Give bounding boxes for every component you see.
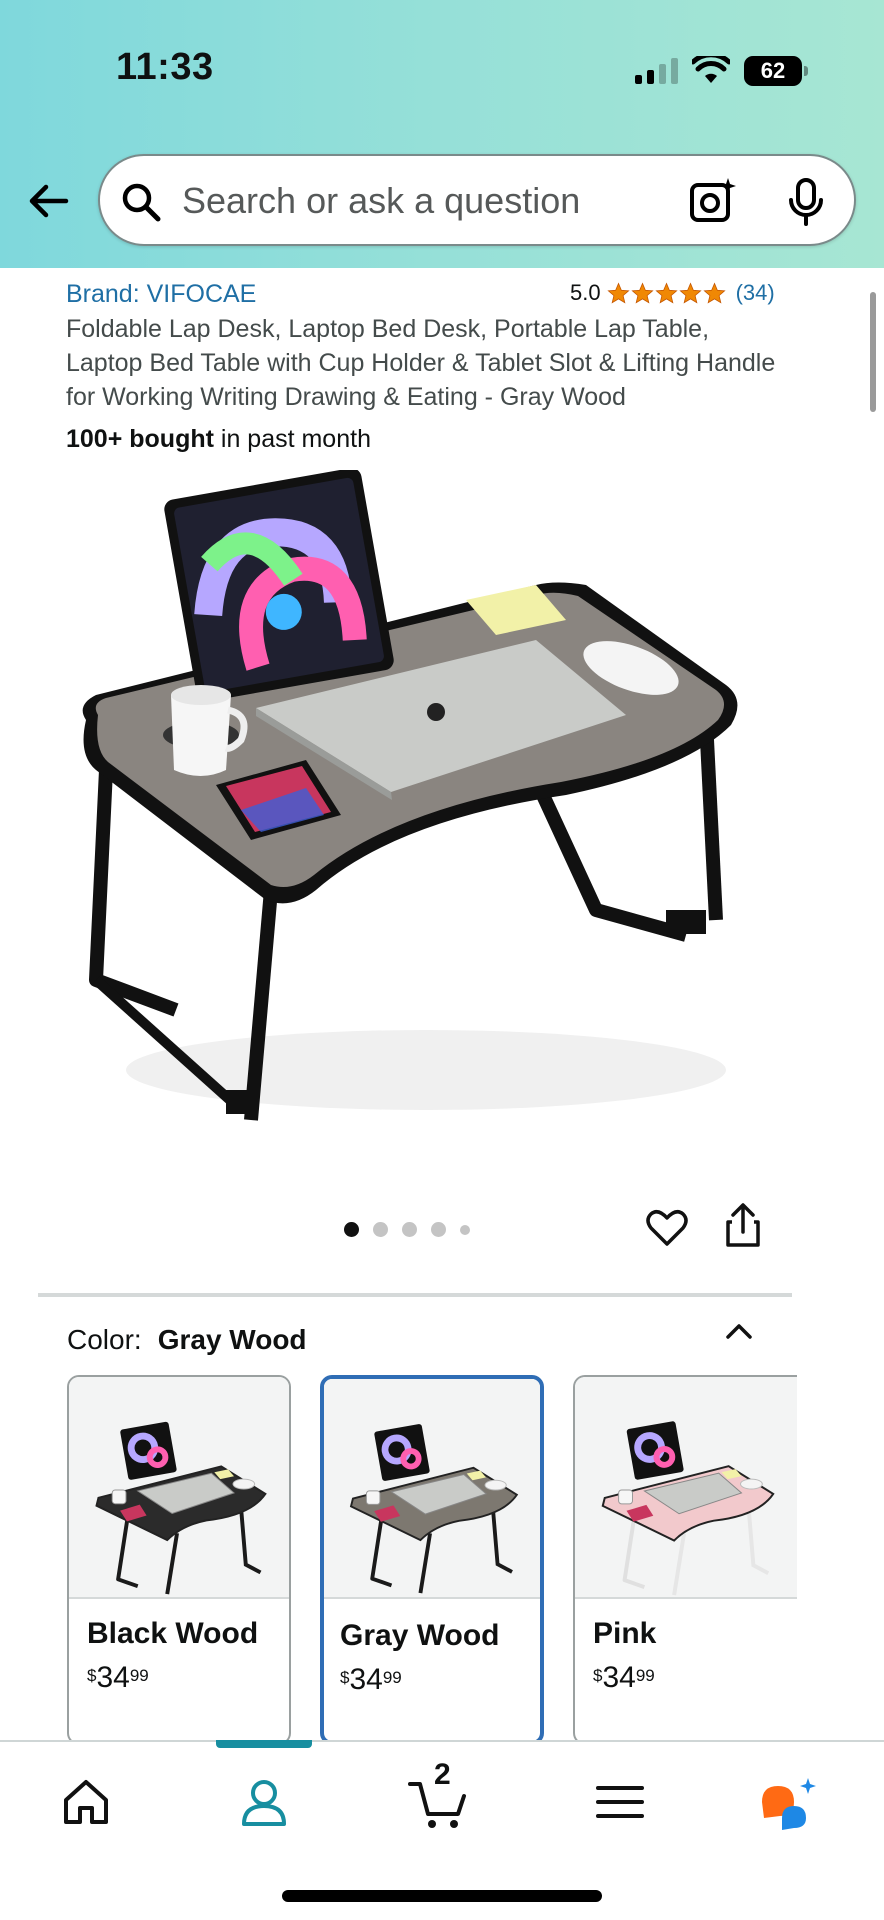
product-main-image[interactable] [66,470,766,1160]
carousel-dot[interactable] [402,1222,417,1237]
wifi-icon [692,56,730,83]
color-selection-label: Color: Gray Wood [67,1324,307,1356]
color-option-name: Black Wood [87,1617,259,1650]
back-arrow-icon[interactable] [26,178,72,224]
star-icon [654,281,678,304]
star-rating [606,281,726,305]
price-currency: $ [593,1666,603,1685]
carousel-dot[interactable] [344,1222,359,1237]
heart-icon[interactable] [646,1208,688,1248]
color-option-pink[interactable]: Pink $34 99 [573,1375,797,1745]
battery-percent: 62 [760,58,786,83]
chevron-up-icon[interactable] [724,1320,754,1342]
price-whole: 34 [349,1663,383,1696]
active-tab-indicator [216,1740,312,1748]
color-option-black-wood[interactable]: Black Wood $34 99 [67,1375,291,1745]
battery-icon: 62 [744,56,808,86]
search-icon [122,183,161,222]
search-bar[interactable]: Search or ask a question [98,154,856,246]
brand-link[interactable]: Brand: VIFOCAE [66,280,256,309]
color-option-name: Gray Wood [340,1619,500,1652]
price-whole: 34 [602,1661,636,1694]
cart-count-badge: 2 [434,1758,451,1791]
search-input[interactable]: Search or ask a question [182,180,580,222]
price-currency: $ [340,1668,350,1687]
rating-value: 5.0 [570,280,601,305]
price-fraction: 99 [129,1666,149,1685]
price-fraction: 99 [382,1668,402,1687]
color-option-price: $34 99 [593,1661,655,1695]
color-option-thumbnail [575,1377,797,1599]
rufus-assistant-icon[interactable] [758,1772,824,1832]
app-header: 11:33 62 Search or ask a question [0,0,884,268]
star-icon [630,281,654,304]
lap-desk-thumbnail [95,1421,267,1595]
rating-summary[interactable]: 5.0 (34) [570,280,775,306]
color-option-thumbnail [69,1377,289,1599]
star-icon [702,281,726,304]
microphone-icon[interactable] [784,176,828,228]
color-option-name: Pink [593,1617,657,1650]
price-currency: $ [87,1666,97,1685]
carousel-dot[interactable] [460,1224,470,1235]
section-divider [38,1293,792,1297]
color-option-price: $34 99 [87,1661,149,1695]
cellular-signal-icon [635,58,678,84]
bought-count: 100+ bought [66,425,214,453]
color-option-thumbnail [324,1379,540,1599]
rating-count[interactable]: (34) [736,280,775,306]
bought-in-past-month: 100+ bought in past month [66,425,371,454]
camera-lens-icon[interactable] [688,176,738,226]
home-indicator [282,1890,602,1902]
status-time: 11:33 [116,46,214,88]
color-option-price: $34 99 [340,1663,402,1697]
account-icon[interactable] [234,1772,294,1832]
lap-desk-thumbnail [349,1424,519,1594]
menu-icon[interactable] [590,1772,650,1832]
price-whole: 34 [96,1661,130,1694]
star-icon [678,281,702,304]
lap-desk-thumbnail [601,1421,775,1596]
color-option-gray-wood[interactable]: Gray Wood $34 99 [320,1375,544,1745]
bought-suffix: in past month [213,425,371,453]
scroll-indicator [870,292,876,412]
price-fraction: 99 [635,1666,655,1685]
share-icon[interactable] [724,1202,762,1248]
carousel-dot[interactable] [373,1222,388,1237]
home-icon[interactable] [56,1772,116,1832]
image-carousel-dots[interactable] [344,1222,470,1237]
color-selected-value: Gray Wood [157,1324,307,1355]
star-icon [606,281,630,304]
carousel-dot[interactable] [431,1222,446,1237]
status-icons: 62 [635,54,808,88]
color-key: Color: [67,1324,142,1355]
product-title: Foldable Lap Desk, Laptop Bed Desk, Port… [66,315,776,411]
